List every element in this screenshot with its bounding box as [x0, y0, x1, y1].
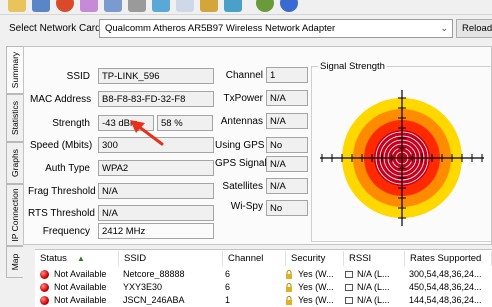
signal-bar-icon — [345, 297, 353, 304]
row-security: Yes (W... — [298, 295, 334, 305]
row-channel: 1 — [225, 295, 231, 305]
web-icon[interactable] — [224, 0, 242, 12]
tab-ip-connection[interactable]: IP Connection — [6, 184, 23, 246]
table-row[interactable]: Not Available YXY3E30 6 Yes (W... N/A (L… — [35, 282, 492, 294]
frag-threshold-field: N/A — [98, 183, 214, 199]
status-red-icon — [40, 270, 49, 279]
save-icon[interactable] — [32, 0, 50, 12]
rts-threshold-label: RTS Threshold — [28, 208, 95, 219]
tab-summary[interactable]: Summary — [6, 46, 23, 94]
col-rates-header[interactable]: Rates Supported — [405, 251, 492, 266]
status-red-icon — [40, 296, 49, 305]
tab-map[interactable]: Map — [6, 246, 23, 278]
ssid-label: SSID — [66, 71, 90, 82]
sort-ascending-icon: ▲ — [77, 254, 85, 263]
lock-icon — [286, 283, 292, 292]
txpower-field: N/A — [266, 90, 308, 106]
start-icon[interactable] — [56, 0, 74, 12]
tab-graphs[interactable]: Graphs — [6, 142, 23, 184]
network-card-select[interactable]: Qualcomm Atheros AR5B97 Wireless Network… — [99, 19, 453, 38]
ssid-field: TP-LINK_596 — [98, 68, 214, 84]
chart-icon[interactable] — [104, 0, 122, 12]
antennas-label: Antennas — [220, 116, 263, 127]
wispy-field: No — [266, 200, 308, 216]
filter-icon[interactable] — [128, 0, 146, 12]
frequency-label: Frequency — [42, 226, 90, 237]
rts-threshold-field: N/A — [98, 205, 214, 221]
col-ssid-header[interactable]: SSID — [119, 251, 223, 266]
check-icon[interactable] — [152, 0, 170, 12]
row-status: Not Available — [54, 295, 107, 305]
row-status: Not Available — [54, 269, 107, 279]
table-row[interactable]: Not Available JSCN_246ABA 1 Yes (W... N/… — [35, 295, 492, 307]
lock-icon — [286, 296, 292, 305]
tab-statistics[interactable]: Statistics — [6, 94, 23, 142]
document-icon[interactable] — [176, 0, 194, 12]
row-security: Yes (W... — [298, 269, 334, 279]
antennas-field: N/A — [266, 113, 308, 129]
using-gps-field: No — [266, 137, 308, 153]
satellites-field: N/A — [266, 178, 308, 194]
tab-strip: Summary Statistics Graphs IP Connection … — [6, 46, 23, 278]
annotation-arrow-icon — [130, 120, 164, 146]
auth-type-label: Auth Type — [45, 163, 90, 174]
satellites-label: Satellites — [222, 181, 263, 192]
mac-address-field: B8-F8-83-FD-32-F8 — [98, 91, 214, 107]
signal-strength-title: Signal Strength — [318, 61, 387, 72]
network-card-label: Select Network Card — [9, 23, 101, 34]
row-rates: 300,54,48,36,24... — [409, 269, 482, 279]
table-row[interactable]: Not Available Netcore_88888 6 Yes (W... … — [35, 269, 492, 281]
row-rssi: N/A (L... — [357, 269, 390, 279]
auth-type-field: WPA2 — [98, 160, 214, 176]
row-rates: 144,54,48,36,24... — [409, 295, 482, 305]
row-rssi: N/A (L... — [357, 295, 390, 305]
channel-field: 1 — [266, 67, 308, 83]
gps-signal-field: N/A — [266, 156, 308, 172]
mac-address-label: MAC Address — [30, 94, 92, 105]
lock-icon — [286, 270, 292, 279]
using-gps-label: Using GPS — [215, 140, 265, 151]
speed-label: Speed (Mbits) — [30, 140, 93, 151]
row-ssid: Netcore_88888 — [123, 269, 185, 279]
row-ssid: JSCN_246ABA — [123, 295, 185, 305]
txpower-label: TxPower — [223, 93, 263, 104]
col-security-header[interactable]: Security — [286, 251, 344, 266]
gps-signal-label: GPS Signal — [215, 158, 267, 169]
eraser-icon[interactable] — [80, 0, 98, 12]
row-security: Yes (W... — [298, 282, 334, 292]
globe-icon[interactable] — [256, 0, 274, 12]
channel-label: Channel — [225, 70, 263, 81]
help-icon[interactable] — [280, 0, 298, 12]
row-rssi: N/A (L... — [357, 282, 390, 292]
signal-bar-icon — [345, 284, 353, 291]
status-red-icon — [40, 283, 49, 292]
row-channel: 6 — [225, 269, 231, 279]
frequency-field: 2412 MHz — [98, 223, 214, 239]
export-icon[interactable] — [200, 0, 218, 12]
signal-target-graphic — [320, 90, 484, 226]
col-status-header[interactable]: Status ▲ — [35, 251, 119, 266]
reload-button[interactable]: Reload C — [456, 19, 492, 38]
toolbar-divider — [0, 14, 492, 15]
frag-threshold-label: Frag Threshold — [28, 186, 96, 197]
col-rssi-header[interactable]: RSSI — [344, 251, 405, 266]
strength-label: Strength — [52, 118, 90, 129]
col-channel-header[interactable]: Channel — [223, 251, 286, 266]
chevron-down-icon: ⌄ — [440, 23, 448, 33]
toolbar — [0, 0, 492, 14]
row-channel: 6 — [225, 282, 231, 292]
row-ssid: YXY3E30 — [123, 282, 163, 292]
row-status: Not Available — [54, 282, 107, 292]
row-rates: 450,54,48,36,24... — [409, 282, 482, 292]
wispy-label: Wi-Spy — [230, 201, 263, 212]
open-folder-icon[interactable] — [8, 0, 26, 12]
network-table: Status ▲ SSID Channel Security RSSI Rate… — [35, 249, 492, 307]
network-card-value: Qualcomm Atheros AR5B97 Wireless Network… — [105, 23, 336, 34]
signal-bar-icon — [345, 271, 353, 278]
